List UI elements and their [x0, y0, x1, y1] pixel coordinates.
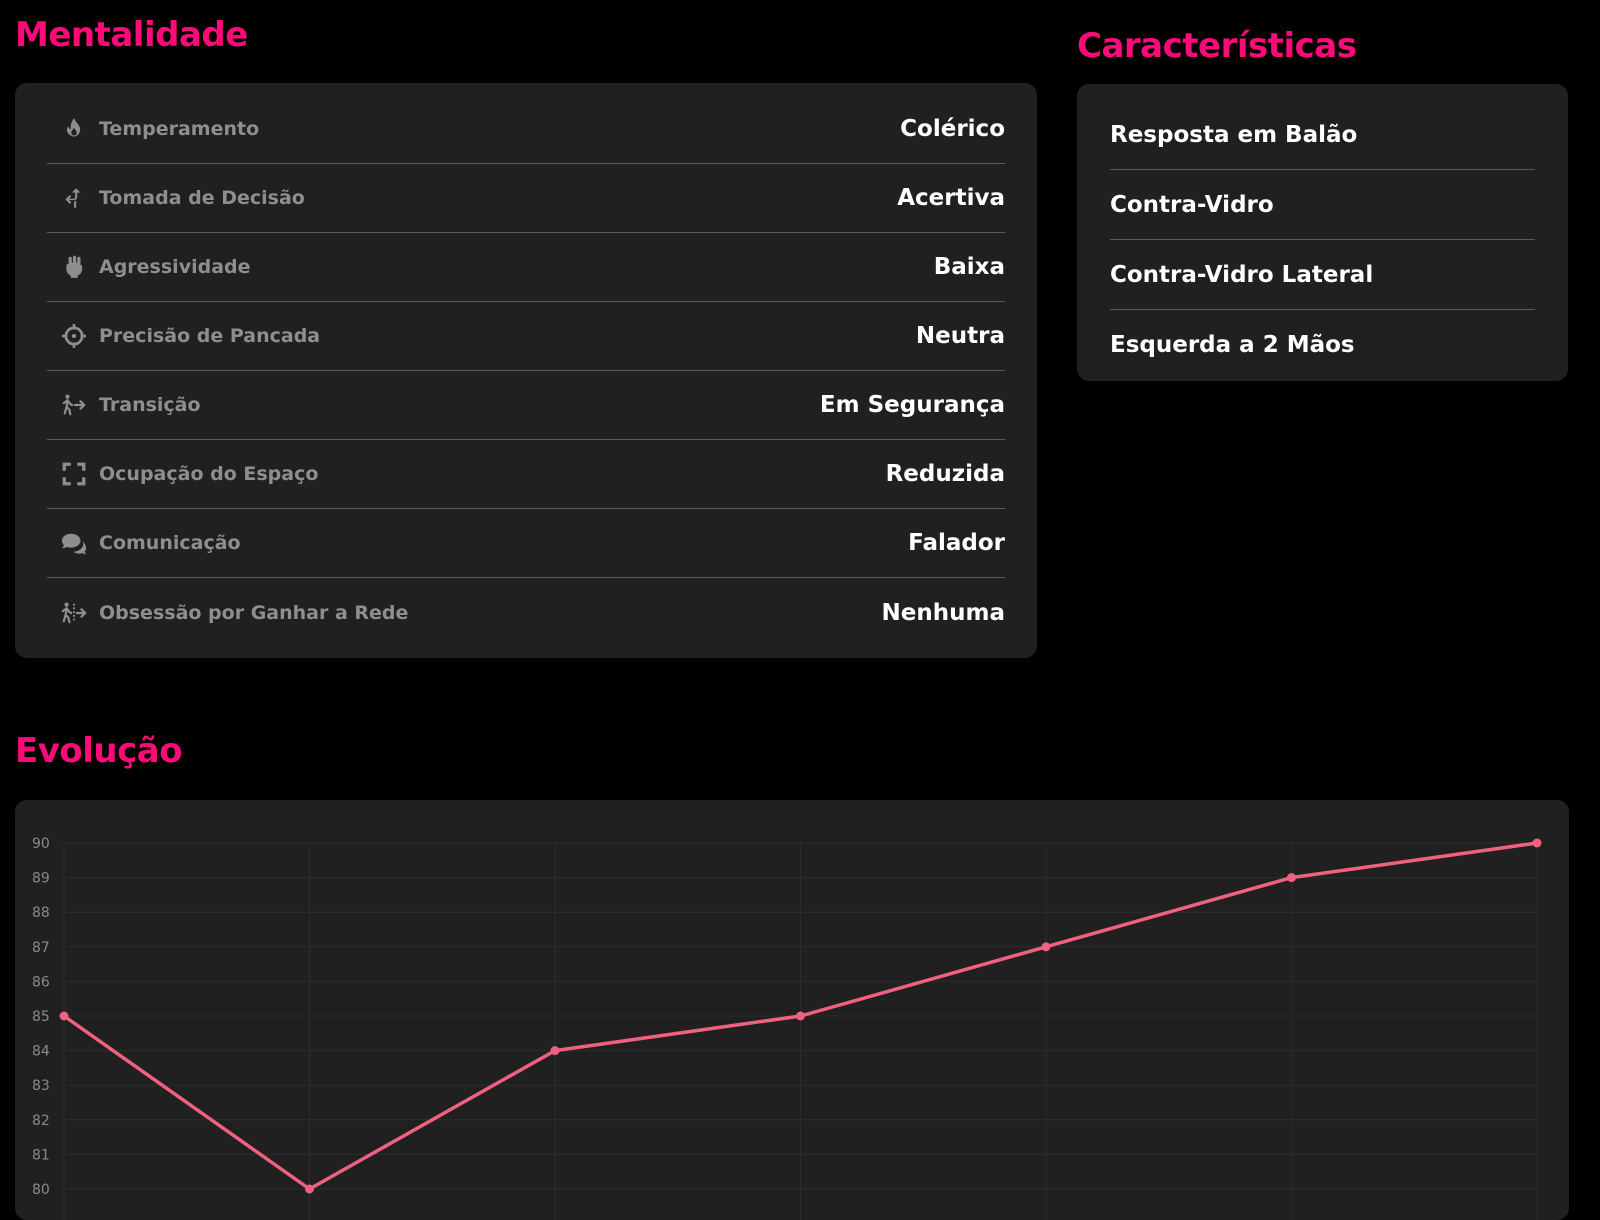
caracteristicas-panel: Resposta em Balão Contra-Vidro Contra-Vidr…: [1077, 84, 1568, 381]
fist-icon: [57, 252, 91, 282]
mentalidade-label: Tomada de Decisão: [99, 187, 305, 209]
mentalidade-row: Precisão de Pancada Neutra: [47, 302, 1005, 371]
mentalidade-row: Agressividade Baixa: [47, 233, 1005, 302]
split-arrow-icon: [57, 183, 91, 213]
mentalidade-label: Transição: [99, 394, 201, 416]
caracteristicas-title: Características: [1077, 26, 1357, 66]
mentalidade-label: Comunicação: [99, 532, 241, 554]
mentalidade-value: Baixa: [933, 254, 1005, 280]
mentalidade-label: Temperamento: [99, 118, 260, 140]
chart-y-tick-label: 87: [32, 940, 50, 956]
chart-y-tick-label: 88: [32, 905, 50, 921]
person-walking-arrow-icon: [57, 390, 91, 420]
fire-icon: [57, 114, 91, 144]
chart-y-tick-label: 86: [32, 974, 50, 990]
mentalidade-value: Colérico: [900, 116, 1005, 142]
mentalidade-row-label-group: Temperamento: [47, 114, 259, 144]
mentalidade-row: Ocupação do Espaço Reduzida: [47, 440, 1005, 509]
mentalidade-row-label-group: Ocupação do Espaço: [47, 459, 318, 489]
chart-y-tick-label: 83: [32, 1078, 50, 1094]
mentalidade-row: Temperamento Colérico: [47, 95, 1005, 164]
mentalidade-value: Acertiva: [897, 185, 1005, 211]
chart-y-tick-label: 81: [32, 1147, 50, 1163]
mentalidade-row: Comunicação Falador: [47, 509, 1005, 578]
mentalidade-row: Tomada de Decisão Acertiva: [47, 164, 1005, 233]
caracteristica-item: Contra-Vidro Lateral: [1110, 240, 1535, 310]
chart-data-point[interactable]: [550, 1046, 560, 1056]
evolucao-chart-panel: 80 81 82 83 84 85 86 87 88 89 90: [15, 800, 1569, 1220]
evolucao-line-chart: 80 81 82 83 84 85 86 87 88 89 90: [32, 836, 1542, 1220]
mentalidade-row-label-group: Obsessão por Ganhar a Rede: [47, 598, 408, 628]
chart-y-tick-label: 90: [32, 836, 50, 852]
caracteristica-item: Esquerda a 2 Mãos: [1110, 332, 1355, 358]
comments-icon: [57, 528, 91, 558]
mentalidade-value: Neutra: [915, 323, 1005, 349]
chart-y-tick-label: 89: [32, 871, 50, 887]
mentalidade-value: Reduzida: [885, 461, 1005, 487]
evolucao-title: Evolução: [15, 731, 183, 771]
mentalidade-value: Em Segurança: [819, 392, 1005, 418]
crosshairs-icon: [57, 321, 91, 351]
mentalidade-value: Nenhuma: [881, 599, 1005, 626]
mentalidade-row-label-group: Tomada de Decisão: [47, 183, 305, 213]
chart-data-point[interactable]: [59, 1011, 69, 1021]
mentalidade-label: Precisão de Pancada: [99, 325, 321, 347]
chart-data-point[interactable]: [1532, 838, 1542, 848]
chart-data-point[interactable]: [1041, 942, 1051, 952]
mentalidade-row: Obsessão por Ganhar a Rede Nenhuma: [47, 578, 1005, 647]
person-walking-dashed-arrow-icon: [57, 598, 91, 628]
mentalidade-row-label-group: Transição: [47, 390, 201, 420]
chart-y-tick-label: 85: [32, 1009, 50, 1025]
mentalidade-label: Obsessão por Ganhar a Rede: [99, 601, 409, 624]
mentalidade-panel: Temperamento Colérico Tomada de Decisão Ace…: [15, 83, 1037, 658]
mentalidade-label: Agressividade: [99, 256, 251, 278]
chart-data-point[interactable]: [1287, 873, 1296, 883]
chart-y-tick-label: 84: [32, 1044, 50, 1060]
caracteristica-item: Contra-Vidro: [1110, 170, 1535, 240]
chart-y-tick-label: 82: [32, 1113, 50, 1129]
mentalidade-row-label-group: Comunicação: [47, 528, 241, 558]
mentalidade-title: Mentalidade: [15, 15, 248, 55]
chart-data-point[interactable]: [796, 1011, 805, 1021]
mentalidade-row-label-group: Agressividade: [47, 252, 251, 282]
caracteristica-item: Resposta em Balão: [1110, 100, 1535, 170]
mentalidade-row-label-group: Precisão de Pancada: [47, 321, 320, 351]
chart-y-tick-label: 80: [32, 1182, 50, 1198]
mentalidade-label: Ocupação do Espaço: [99, 463, 319, 485]
chart-data-point[interactable]: [305, 1184, 314, 1194]
mentalidade-row: Transição Em Segurança: [47, 371, 1005, 440]
mentalidade-value: Falador: [908, 530, 1005, 556]
expand-icon: [57, 459, 91, 489]
